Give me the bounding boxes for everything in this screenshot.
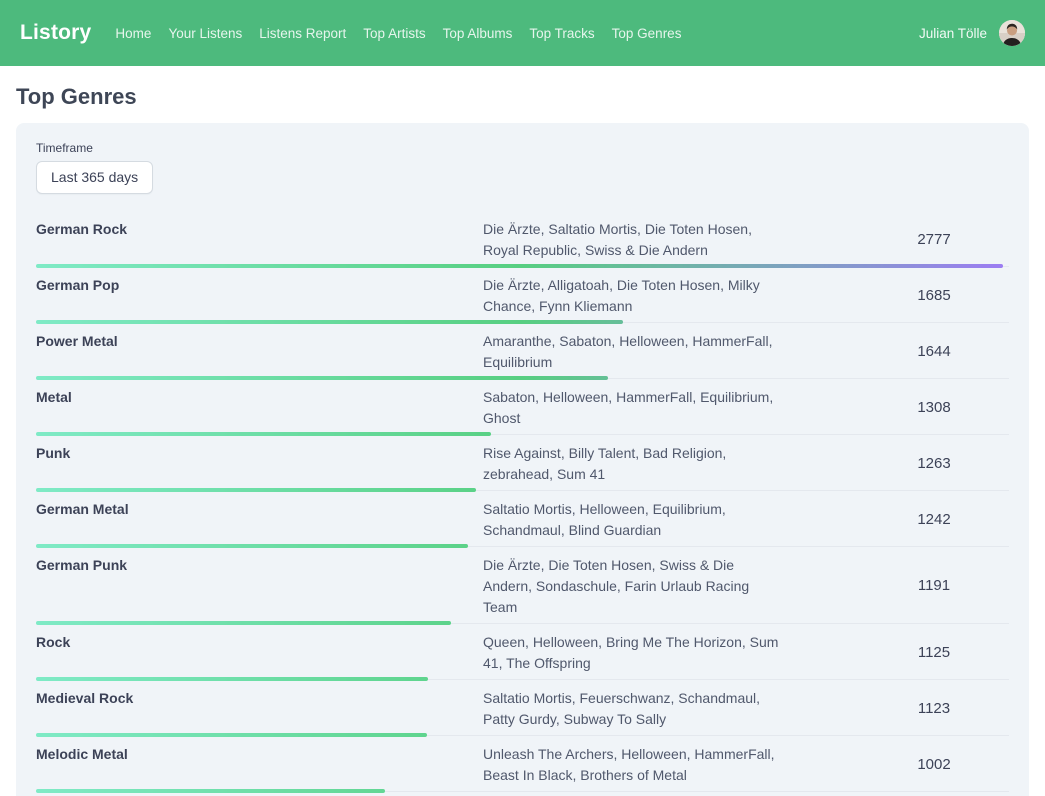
genre-artists: Saltatio Mortis, Feuerschwanz, Schandmau…	[483, 686, 783, 730]
genre-count: 2777	[859, 231, 1009, 248]
genre-row: German Metal Saltatio Mortis, Helloween,…	[36, 491, 1009, 547]
genre-count: 1644	[859, 343, 1009, 360]
genre-name: Metal	[36, 385, 483, 429]
genre-row: Metal Sabaton, Helloween, HammerFall, Eq…	[36, 379, 1009, 435]
nav-link-your-listens[interactable]: Your Listens	[168, 26, 242, 41]
genre-count: 1685	[859, 287, 1009, 304]
genre-name: Medieval Rock	[36, 686, 483, 730]
nav-link-listens-report[interactable]: Listens Report	[259, 26, 346, 41]
main-content: Top Genres Timeframe Last 365 days Germa…	[0, 66, 1045, 796]
genre-row: Punk Rise Against, Billy Talent, Bad Rel…	[36, 435, 1009, 491]
timeframe-label: Timeframe	[36, 141, 1009, 155]
genre-name: German Punk	[36, 553, 483, 618]
timeframe-select[interactable]: Last 365 days	[36, 161, 153, 194]
nav-link-top-albums[interactable]: Top Albums	[443, 26, 513, 41]
genre-count: 1242	[859, 511, 1009, 528]
genre-artists: Rise Against, Billy Talent, Bad Religion…	[483, 441, 783, 485]
genre-artists: Die Ärzte, Saltatio Mortis, Die Toten Ho…	[483, 217, 783, 261]
genre-count: 1123	[859, 700, 1009, 717]
genre-name: Punk	[36, 441, 483, 485]
genre-row: German Punk Die Ärzte, Die Toten Hosen, …	[36, 547, 1009, 624]
app-logo[interactable]: Listory	[20, 21, 91, 45]
nav-link-top-genres[interactable]: Top Genres	[612, 26, 682, 41]
genre-row: Power Metal Amaranthe, Sabaton, Hellowee…	[36, 323, 1009, 379]
genre-name: Melodic Metal	[36, 742, 483, 786]
genre-artists: Unleash The Archers, Helloween, HammerFa…	[483, 742, 783, 786]
genre-artists: Die Ärzte, Die Toten Hosen, Swiss & Die …	[483, 553, 783, 618]
genre-row: Rock Queen, Helloween, Bring Me The Hori…	[36, 624, 1009, 680]
genre-artists: Die Ärzte, Alligatoah, Die Toten Hosen, …	[483, 273, 783, 317]
genre-name: German Rock	[36, 217, 483, 261]
nav-link-home[interactable]: Home	[115, 26, 151, 41]
genre-row: German Pop Die Ärzte, Alligatoah, Die To…	[36, 267, 1009, 323]
navbar: Listory Home Your Listens Listens Report…	[0, 0, 1045, 66]
genre-artists: Amaranthe, Sabaton, Helloween, HammerFal…	[483, 329, 783, 373]
genre-row: German Indie Bukahara, Käptn Peng, KYTES…	[36, 792, 1009, 796]
genre-count: 1263	[859, 455, 1009, 472]
nav-link-top-tracks[interactable]: Top Tracks	[529, 26, 594, 41]
genre-artists: Saltatio Mortis, Helloween, Equilibrium,…	[483, 497, 783, 541]
genre-count: 1308	[859, 399, 1009, 416]
genre-artists: Queen, Helloween, Bring Me The Horizon, …	[483, 630, 783, 674]
genre-name: German Metal	[36, 497, 483, 541]
user-menu[interactable]: Julian Tölle	[919, 20, 1025, 46]
user-avatar[interactable]	[999, 20, 1025, 46]
genre-name: Power Metal	[36, 329, 483, 373]
genre-count: 1191	[859, 577, 1009, 594]
nav-link-top-artists[interactable]: Top Artists	[363, 26, 425, 41]
genre-row: Melodic Metal Unleash The Archers, Hello…	[36, 736, 1009, 792]
genre-name: Rock	[36, 630, 483, 674]
avatar-photo-icon	[999, 20, 1025, 46]
genre-artists: Sabaton, Helloween, HammerFall, Equilibr…	[483, 385, 783, 429]
genre-row: Medieval Rock Saltatio Mortis, Feuerschw…	[36, 680, 1009, 736]
genre-row: German Rock Die Ärzte, Saltatio Mortis, …	[36, 211, 1009, 267]
username-label: Julian Tölle	[919, 26, 987, 41]
genre-count: 1125	[859, 644, 1009, 661]
timeframe-filter: Timeframe Last 365 days	[36, 141, 1009, 194]
genre-count: 1002	[859, 756, 1009, 773]
genre-table: German Rock Die Ärzte, Saltatio Mortis, …	[36, 211, 1009, 796]
genre-name: German Pop	[36, 273, 483, 317]
top-genres-card: Timeframe Last 365 days German Rock Die …	[16, 123, 1029, 796]
page-title: Top Genres	[16, 84, 1029, 110]
nav-links: Home Your Listens Listens Report Top Art…	[115, 26, 681, 41]
